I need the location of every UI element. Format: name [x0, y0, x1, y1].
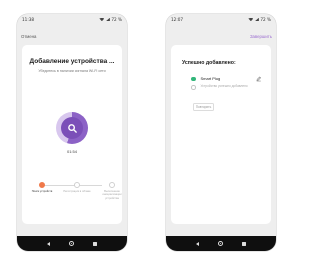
device-status: Устройство успешно добавлено: [200, 84, 248, 89]
device-row-status: Устройство успешно добавлено: [191, 85, 261, 90]
home-icon-dot: [70, 242, 73, 245]
system-nav-bar: [17, 236, 127, 251]
recents-icon[interactable]: [93, 241, 98, 246]
page-title: Успешно добавлено:: [182, 60, 236, 66]
status-time: 11:38: [22, 17, 35, 22]
status-time: 12:07: [171, 17, 184, 22]
page-title: Добавление устройства ...: [29, 58, 115, 65]
pencil-icon[interactable]: [256, 76, 262, 82]
success-indicator: [191, 76, 196, 81]
battery-percent: 72 %: [111, 17, 122, 22]
home-icon[interactable]: [68, 241, 74, 246]
status-bar: 11:38 72 %: [17, 14, 127, 25]
adding-card: Добавление устройства ... Убедитесь в на…: [22, 45, 122, 224]
step-initialization: Выполнение инициализации устройства: [98, 182, 126, 200]
progress-steps: Поиск устройств Регистрация в облаке Вып…: [28, 182, 122, 212]
status-icons: 72 %: [99, 17, 122, 22]
wifi-icon: [248, 17, 254, 22]
signal-icon: [254, 17, 259, 22]
step-search: Поиск устройств: [28, 182, 56, 193]
home-icon[interactable]: [217, 241, 223, 246]
step-label: Выполнение инициализации устройства: [102, 190, 122, 200]
search-icon: [67, 123, 77, 133]
device-name: Smart Plug: [200, 76, 221, 82]
step-cloud-registration: Регистрация в облаке: [63, 182, 91, 193]
battery-percent: 72 %: [260, 17, 271, 22]
countdown-timer: 01:54: [66, 149, 77, 154]
search-progress-ring: [56, 112, 88, 144]
top-bar: Отмена: [17, 31, 127, 41]
success-card: Успешно добавлено: Smart Plug Устройство…: [171, 45, 271, 224]
step-indicator: [39, 182, 45, 188]
signal-icon: [105, 17, 110, 22]
cancel-button[interactable]: Отмена: [21, 34, 36, 39]
phone-screen-adding: 11:38 72 % Отмена Добавление устройства …: [17, 14, 127, 251]
step-indicator: [109, 182, 115, 188]
status-icons: 72 %: [248, 17, 271, 22]
home-icon-dot: [219, 242, 222, 245]
step-label: Регистрация в облаке: [63, 190, 91, 193]
wifi-hint: Убедитесь в наличии сигнала Wi-Fi сети: [38, 69, 106, 73]
phone-screen-success: 12:07 72 % Завершить Успешно добавлено: …: [166, 14, 276, 251]
top-bar: Завершить: [166, 31, 276, 41]
status-bar: 12:07 72 %: [166, 14, 276, 25]
recents-icon[interactable]: [242, 241, 247, 246]
back-icon[interactable]: [46, 241, 50, 246]
back-icon[interactable]: [195, 241, 199, 246]
step-label: Поиск устройств: [31, 190, 53, 193]
status-indicator: [191, 85, 196, 90]
retry-button[interactable]: Повторить: [193, 103, 214, 111]
finish-button[interactable]: Завершить: [250, 34, 272, 39]
system-nav-bar: [166, 236, 276, 251]
step-indicator: [74, 182, 80, 188]
device-row-smart-plug[interactable]: Smart Plug: [191, 76, 261, 82]
wifi-icon: [99, 17, 105, 22]
search-indicator: [61, 117, 83, 139]
